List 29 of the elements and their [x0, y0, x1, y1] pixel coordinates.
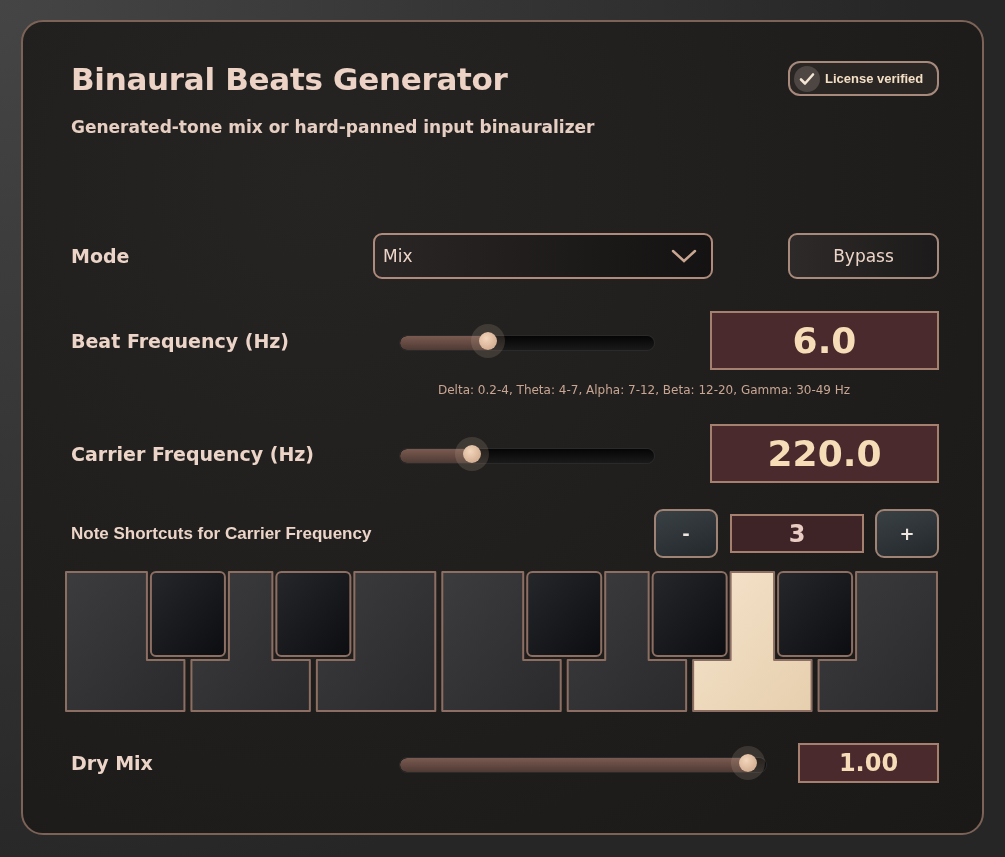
app-title: Binaural Beats Generator — [71, 60, 508, 99]
increment-button[interactable]: + — [875, 509, 939, 558]
slider-track[interactable] — [400, 448, 654, 463]
parameter-label: Carrier Frequency (Hz) — [71, 442, 316, 465]
value-display: 220.0 — [710, 424, 939, 483]
license-label: License verified — [825, 71, 924, 86]
sharp-key[interactable] — [275, 571, 352, 657]
mode-dropdown[interactable]: Mix — [373, 233, 713, 279]
value-display: 1.00 — [798, 743, 939, 783]
section-label: Note Shortcuts for Carrier Frequency — [71, 523, 372, 544]
sharp-key[interactable] — [526, 571, 603, 657]
chevron-down-icon — [671, 248, 697, 264]
sharp-key[interactable] — [149, 571, 226, 657]
value-display: 6.0 — [710, 311, 939, 370]
octave-display: 3 — [730, 514, 864, 553]
parameter-label: Beat Frequency (Hz) — [71, 329, 291, 352]
parameter-label: Dry Mix — [71, 752, 154, 774]
sharp-key[interactable] — [651, 571, 728, 657]
slider-thumb[interactable] — [739, 754, 757, 772]
subtitle: Generated-tone mix or hard-panned input binauralizer — [71, 116, 596, 139]
piano-key[interactable] — [692, 571, 813, 712]
bypass-button[interactable]: Bypass — [788, 233, 939, 279]
slider-track[interactable] — [400, 335, 654, 350]
mode-label: Mode — [71, 245, 131, 267]
sharp-key[interactable] — [777, 571, 854, 657]
slider-thumb[interactable] — [478, 331, 497, 350]
decrement-button[interactable]: - — [654, 509, 718, 558]
slider-thumb[interactable] — [462, 444, 481, 463]
frequency-hint: Delta: 0.2-4, Theta: 4-7, Alpha: 7-12, Beta: 12-20, Gamma: 30-49 Hz — [438, 383, 852, 397]
